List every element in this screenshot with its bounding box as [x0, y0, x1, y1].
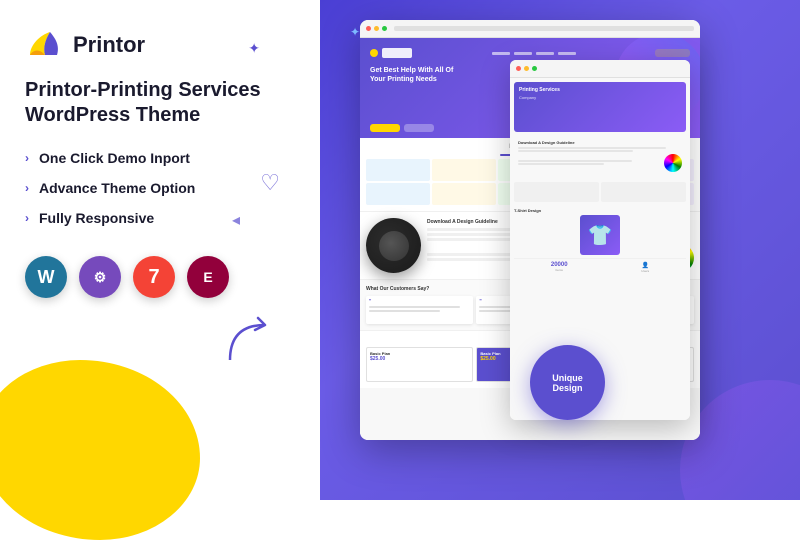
ss-back-hero: Printing Services Company: [514, 82, 686, 132]
browser-bar-back: [510, 60, 690, 78]
feature-item-2: › Advance Theme Option: [25, 180, 295, 196]
wordpress-icon: W: [25, 256, 67, 298]
arrow-decoration: ◂: [232, 210, 240, 230]
star-decoration: ✦: [248, 40, 260, 57]
feature-item-1: › One Click Demo Inport: [25, 150, 295, 166]
ss-logo-small: [382, 48, 412, 58]
elementor-icon: E: [187, 256, 229, 298]
unique-design-badge: Unique Design: [530, 345, 605, 420]
chevron-icon-1: ›: [25, 151, 29, 165]
ss-hero-text: Get Best Help With All Of Your Printing …: [370, 66, 470, 84]
tech-icons: W ⚙ 7 E: [25, 256, 295, 298]
ink-object: [366, 218, 421, 273]
redux-icon: ⚙: [79, 256, 121, 298]
features-list: › One Click Demo Inport › Advance Theme …: [25, 150, 295, 226]
browser-dot-green: [382, 26, 387, 31]
curve-arrow-decoration: [220, 310, 280, 370]
ss-back-section-1: Download A Design Guideline: [514, 136, 686, 176]
browser-dot-red: [366, 26, 371, 31]
screenshots-container: Get Best Help With All Of Your Printing …: [330, 20, 800, 500]
main-container: Printor Printor-Printing Services WordPr…: [0, 0, 800, 500]
seven-icon: 7: [133, 256, 175, 298]
feature-item-3: › Fully Responsive: [25, 210, 295, 226]
heart-decoration: ♡: [260, 170, 280, 196]
browser-bar-main: [360, 20, 700, 38]
review-card-1: ": [366, 296, 473, 324]
chevron-icon-3: ›: [25, 211, 29, 225]
logo-text: Printor: [73, 32, 145, 58]
pricing-card-1: Basic Plan $25.00: [366, 347, 473, 382]
right-panel: ✦: [320, 0, 800, 500]
yellow-blob-decoration: [0, 360, 200, 540]
browser-dot-yellow: [374, 26, 379, 31]
theme-title: Printor-Printing Services WordPress Them…: [25, 78, 295, 128]
chevron-icon-2: ›: [25, 181, 29, 195]
logo-icon: [25, 30, 65, 60]
left-panel: Printor Printor-Printing Services WordPr…: [0, 0, 320, 500]
blue-star-decoration: ✦: [350, 25, 360, 39]
ss-nav-items: [492, 52, 576, 55]
